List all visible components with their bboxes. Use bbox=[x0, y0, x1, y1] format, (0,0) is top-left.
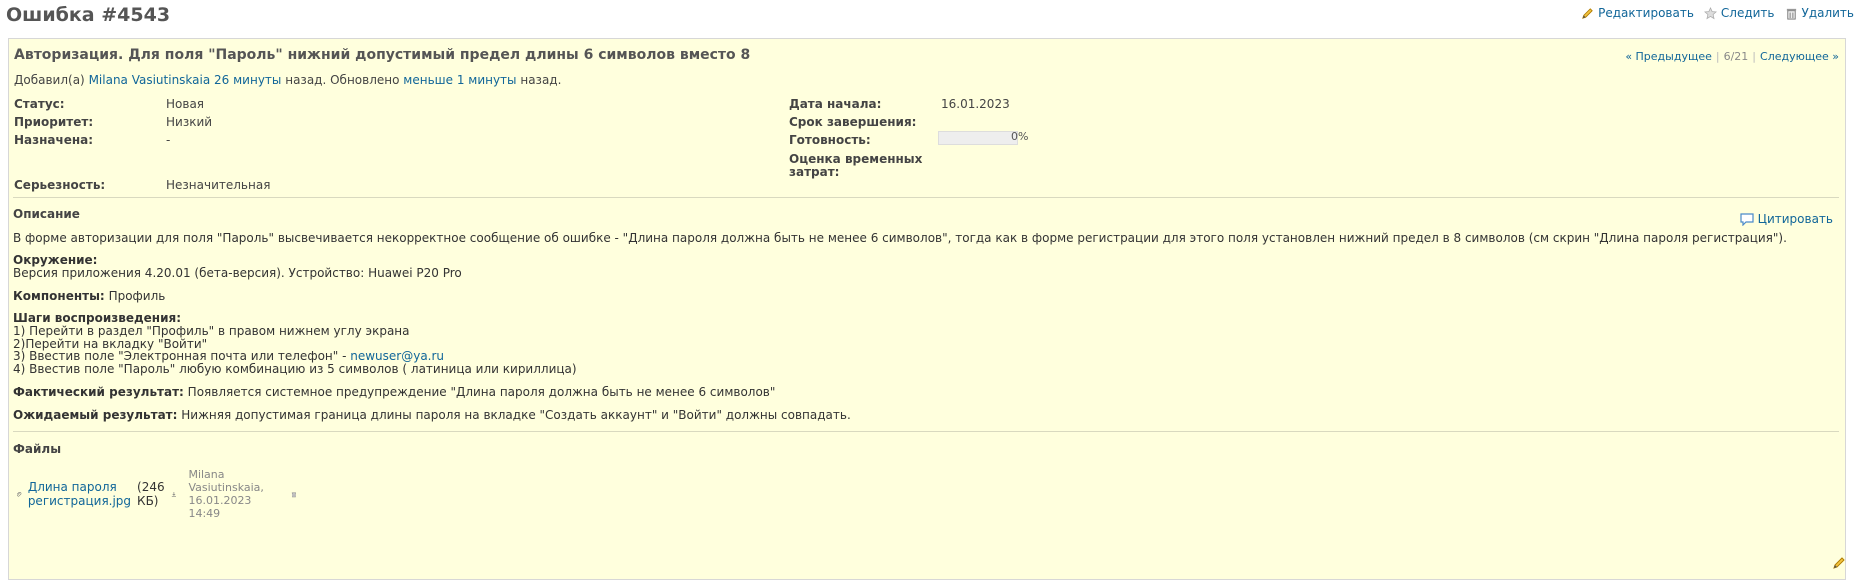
paperclip-icon bbox=[17, 491, 22, 497]
components-line: Компоненты: Профиль bbox=[13, 289, 165, 303]
edit-button[interactable]: Редактировать bbox=[1581, 6, 1694, 20]
previous-issue-link[interactable]: « Предыдущее bbox=[1625, 50, 1712, 63]
attachment-size: (246 КБ) bbox=[137, 480, 165, 508]
issue-page: Ошибка #4543 Редактировать Следить Удали… bbox=[0, 0, 1854, 582]
severity-value: Незначительная bbox=[166, 178, 271, 192]
issue-navigation: « Предыдущее | 6/21 | Следующее » bbox=[1625, 50, 1839, 63]
author-suffix: назад. bbox=[520, 73, 562, 87]
attachment-meta: Milana Vasiutinskaia, 16.01.2023 14:49 bbox=[188, 468, 264, 520]
star-icon bbox=[1703, 6, 1717, 19]
files-heading: Файлы bbox=[13, 442, 62, 456]
environment-label: Окружение: bbox=[13, 253, 98, 267]
attachment-row: Длина пароля регистрация.jpg (246 КБ) Mi… bbox=[16, 468, 297, 520]
author-link[interactable]: Milana Vasiutinskaia bbox=[89, 73, 211, 87]
divider-files bbox=[13, 431, 1839, 432]
updated-ago-link[interactable]: меньше 1 минуты bbox=[403, 73, 516, 87]
actual-result-text: Появляется системное предупреждение "Дли… bbox=[187, 385, 776, 399]
page-title: Ошибка #4543 bbox=[6, 4, 171, 26]
expected-result-label: Ожидаемый результат: bbox=[13, 408, 178, 422]
step-3-text: 3) Ввестив поле "Электронная почта или т… bbox=[13, 349, 351, 363]
quote-button[interactable]: Цитировать bbox=[1740, 212, 1833, 226]
comment-icon bbox=[1740, 212, 1754, 226]
created-ago-link[interactable]: 26 минуты bbox=[214, 73, 281, 87]
done-progress-bar bbox=[938, 131, 1018, 145]
priority-label: Приоритет: bbox=[14, 115, 94, 129]
delete-label: Удалить bbox=[1801, 6, 1854, 20]
author-prefix: Добавил(а) bbox=[14, 73, 85, 87]
author-mid-text: назад. Обновлено bbox=[285, 73, 400, 87]
pencil-icon bbox=[1582, 7, 1593, 19]
issue-position: 6/21 bbox=[1723, 50, 1749, 63]
status-value: Новая bbox=[166, 97, 205, 111]
next-issue-link[interactable]: Следующее » bbox=[1760, 50, 1839, 63]
quote-label: Цитировать bbox=[1757, 212, 1833, 226]
estimate-label-line1: Оценка временных bbox=[789, 152, 923, 166]
edit-attachments-icon[interactable] bbox=[1832, 556, 1846, 570]
environment-text: Версия приложения 4.20.01 (бета-версия).… bbox=[13, 266, 462, 280]
status-label: Статус: bbox=[14, 97, 65, 111]
step-4: 4) Ввестив поле "Пароль" любую комбинаци… bbox=[13, 362, 577, 376]
trash-icon[interactable] bbox=[291, 488, 297, 501]
description-heading: Описание bbox=[13, 207, 80, 221]
delete-button[interactable]: Удалить bbox=[1785, 6, 1854, 20]
actual-result-label: Фактический результат: bbox=[13, 385, 184, 399]
due-date-label: Срок завершения: bbox=[789, 115, 917, 129]
author-line: Добавил(а) Milana Vasiutinskaia 26 минут… bbox=[14, 73, 561, 87]
start-date-label: Дата начала: bbox=[789, 97, 882, 111]
components-value: Профиль bbox=[108, 289, 166, 303]
step-3: 3) Ввестив поле "Электронная почта или т… bbox=[13, 349, 444, 363]
watch-button[interactable]: Следить bbox=[1703, 6, 1775, 20]
done-ratio-label: Готовность: bbox=[789, 133, 871, 147]
email-link[interactable]: newuser@ya.ru bbox=[350, 349, 444, 363]
estimate-label-line2: затрат: bbox=[789, 165, 840, 179]
components-label: Компоненты: bbox=[13, 289, 105, 303]
expected-result-line: Ожидаемый результат: Нижняя допустимая г… bbox=[13, 408, 851, 422]
step-1: 1) Перейти в раздел "Профиль" в правом н… bbox=[13, 324, 410, 338]
assignee-label: Назначена: bbox=[14, 133, 94, 147]
actual-result-line: Фактический результат: Появляется систем… bbox=[13, 385, 775, 399]
assignee-value: - bbox=[166, 133, 171, 147]
issue-subject: Авторизация. Для поля "Пароль" нижний до… bbox=[14, 47, 751, 63]
divider bbox=[13, 197, 1839, 198]
done-percent: 0% bbox=[1011, 130, 1029, 143]
expected-result-text: Нижняя допустимая граница длины пароля н… bbox=[181, 408, 851, 422]
priority-value: Низкий bbox=[166, 115, 213, 129]
download-icon[interactable] bbox=[171, 488, 177, 501]
start-date-value: 16.01.2023 bbox=[941, 97, 1010, 111]
watch-label: Следить bbox=[1720, 6, 1775, 20]
trash-icon bbox=[1786, 8, 1796, 20]
steps-label: Шаги воспроизведения: bbox=[13, 311, 181, 325]
attachment-link[interactable]: Длина пароля регистрация.jpg bbox=[28, 480, 131, 508]
severity-label: Серьезность: bbox=[14, 178, 106, 192]
issue-actions: Редактировать Следить Удалить bbox=[1581, 6, 1854, 20]
edit-label: Редактировать bbox=[1598, 6, 1694, 20]
description-intro: В форме авторизации для поля "Пароль" вы… bbox=[13, 231, 1787, 245]
